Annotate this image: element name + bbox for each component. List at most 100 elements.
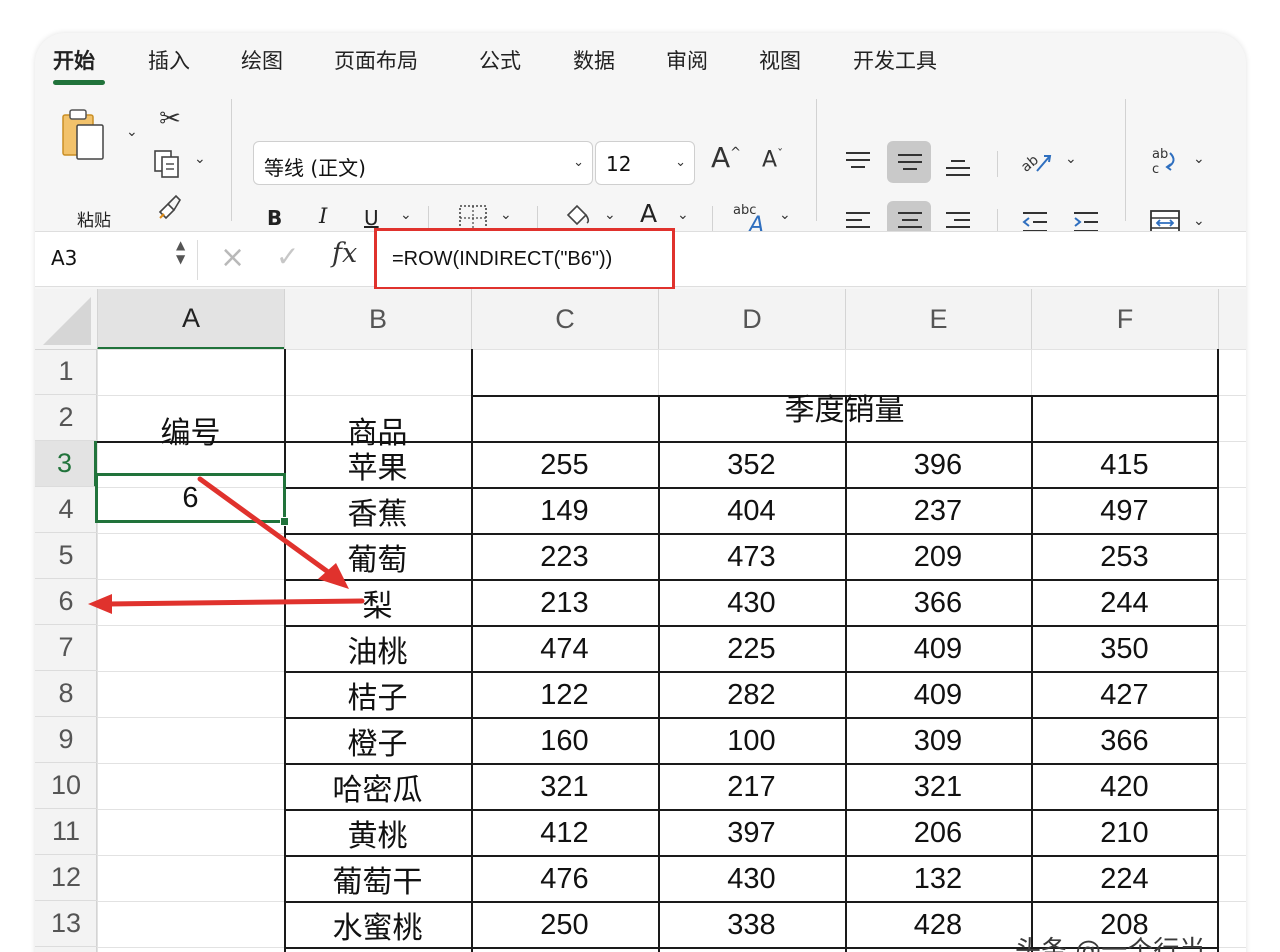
cell-sales-value[interactable]: 497 bbox=[1031, 488, 1218, 534]
column-header-f[interactable]: F bbox=[1031, 289, 1218, 350]
paste-button[interactable] bbox=[59, 109, 109, 165]
select-all-corner[interactable] bbox=[35, 289, 97, 350]
cell-sales-value[interactable]: 217 bbox=[658, 764, 845, 810]
align-top-button[interactable] bbox=[841, 145, 875, 179]
cell-sales-value[interactable]: 244 bbox=[1031, 580, 1218, 626]
cell-sales-value[interactable]: 430 bbox=[658, 856, 845, 902]
cell-sales-value[interactable]: 225 bbox=[658, 626, 845, 672]
orientation-button[interactable]: ab bbox=[1018, 143, 1054, 179]
cell-product[interactable]: 葡萄干 bbox=[284, 856, 471, 902]
tab-home[interactable]: 开始 bbox=[53, 45, 95, 75]
cell-sales-value[interactable]: 282 bbox=[658, 672, 845, 718]
cell-sales-value[interactable]: 476 bbox=[471, 856, 658, 902]
cell-sales-value[interactable]: 321 bbox=[471, 764, 658, 810]
tab-developer[interactable]: 开发工具 bbox=[853, 45, 937, 75]
row-header-11[interactable]: 11 bbox=[35, 809, 97, 855]
cell-sales-value[interactable]: 255 bbox=[471, 442, 658, 488]
wrap-text-dropdown-icon[interactable]: ⌄ bbox=[1193, 151, 1205, 167]
cell-c1-header-sales[interactable]: 季度销量 bbox=[471, 384, 1218, 430]
row-header-6[interactable]: 6 bbox=[35, 579, 97, 625]
cancel-icon[interactable]: × bbox=[220, 240, 245, 275]
cell-product[interactable]: 水蜜桃 bbox=[284, 902, 471, 948]
row-header-1[interactable]: 1 bbox=[35, 349, 97, 395]
cell-product[interactable]: 葡萄 bbox=[284, 534, 471, 580]
cut-icon[interactable]: ✂ bbox=[155, 103, 185, 135]
orientation-dropdown-icon[interactable]: ⌄ bbox=[1065, 151, 1077, 167]
insert-function-button[interactable]: fx bbox=[332, 238, 357, 269]
font-name-select[interactable]: 等线 (正文) ⌄ bbox=[253, 141, 593, 185]
row-header-12[interactable]: 12 bbox=[35, 855, 97, 901]
cell-sales-value[interactable]: 404 bbox=[658, 488, 845, 534]
row-header-8[interactable]: 8 bbox=[35, 671, 97, 717]
row-header-4[interactable]: 4 bbox=[35, 487, 97, 533]
cell-sales-value[interactable]: 253 bbox=[1031, 534, 1218, 580]
row-header-2[interactable]: 2 bbox=[35, 395, 97, 441]
cell-sales-value[interactable]: 213 bbox=[471, 580, 658, 626]
cell-sales-value[interactable]: 396 bbox=[845, 442, 1031, 488]
tab-data[interactable]: 数据 bbox=[573, 45, 615, 75]
underline-button[interactable]: U bbox=[364, 206, 379, 230]
bold-button[interactable]: B bbox=[267, 206, 282, 230]
cell-sales-value[interactable]: 132 bbox=[845, 856, 1031, 902]
tab-view[interactable]: 视图 bbox=[759, 45, 801, 75]
cell-sales-value[interactable]: 474 bbox=[471, 626, 658, 672]
wrap-text-button[interactable]: ab c bbox=[1147, 143, 1183, 179]
cell-sales-value[interactable]: 352 bbox=[658, 442, 845, 488]
cell-sales-value[interactable]: 224 bbox=[1031, 856, 1218, 902]
tab-insert[interactable]: 插入 bbox=[148, 45, 190, 75]
cell-sales-value[interactable]: 250 bbox=[471, 902, 658, 948]
cell-sales-value[interactable]: 122 bbox=[471, 672, 658, 718]
cell-product[interactable]: 黄桃 bbox=[284, 810, 471, 856]
paste-dropdown-icon[interactable]: ⌄ bbox=[126, 124, 138, 140]
cell-a1-header-id[interactable]: 编号 bbox=[97, 384, 284, 475]
column-header-b[interactable]: B bbox=[284, 289, 471, 350]
row-header-10[interactable]: 10 bbox=[35, 763, 97, 809]
shrink-font-button[interactable]: Aˇ bbox=[762, 147, 783, 172]
cell-sales-value[interactable]: 427 bbox=[1031, 672, 1218, 718]
column-header-g[interactable] bbox=[1218, 289, 1246, 350]
row-header-9[interactable]: 9 bbox=[35, 717, 97, 763]
cell-sales-value[interactable]: 237 bbox=[845, 488, 1031, 534]
cell-sales-value[interactable]: 350 bbox=[1031, 626, 1218, 672]
cell-sales-value[interactable]: 430 bbox=[658, 580, 845, 626]
italic-button[interactable]: I bbox=[319, 204, 327, 228]
align-middle-button[interactable] bbox=[893, 145, 927, 179]
font-color-dropdown-icon[interactable]: ⌄ bbox=[677, 207, 689, 223]
borders-dropdown-icon[interactable]: ⌄ bbox=[500, 207, 512, 223]
cell-sales-value[interactable]: 366 bbox=[1031, 718, 1218, 764]
cell-product[interactable]: 苹果 bbox=[284, 442, 471, 488]
copy-button[interactable] bbox=[152, 147, 182, 181]
cell-sales-value[interactable]: 338 bbox=[658, 902, 845, 948]
enter-check-icon[interactable]: ✓ bbox=[276, 240, 299, 273]
cell-sales-value[interactable]: 428 bbox=[845, 902, 1031, 948]
cell-sales-value[interactable]: 209 bbox=[845, 534, 1031, 580]
tab-draw[interactable]: 绘图 bbox=[241, 45, 283, 75]
cell-product[interactable]: 橙子 bbox=[284, 718, 471, 764]
column-header-a[interactable]: A bbox=[97, 289, 284, 350]
cell-sales-value[interactable]: 473 bbox=[658, 534, 845, 580]
copy-dropdown-icon[interactable]: ⌄ bbox=[194, 151, 206, 167]
column-header-d[interactable]: D bbox=[658, 289, 845, 350]
cell-sales-value[interactable]: 309 bbox=[845, 718, 1031, 764]
cell-sales-value[interactable]: 415 bbox=[1031, 442, 1218, 488]
phonetic-dropdown-icon[interactable]: ⌄ bbox=[779, 207, 791, 223]
underline-dropdown-icon[interactable]: ⌄ bbox=[400, 207, 412, 223]
cell-sales-value[interactable]: 409 bbox=[845, 626, 1031, 672]
cell-sales-value[interactable]: 100 bbox=[658, 718, 845, 764]
cell-product[interactable]: 桔子 bbox=[284, 672, 471, 718]
formula-input-highlight[interactable]: =ROW(INDIRECT("B6")) bbox=[374, 228, 675, 290]
merge-center-dropdown-icon[interactable]: ⌄ bbox=[1193, 213, 1205, 229]
column-header-c[interactable]: C bbox=[471, 289, 658, 350]
cell-sales-value[interactable]: 420 bbox=[1031, 764, 1218, 810]
cell-product[interactable]: 梨 bbox=[284, 580, 471, 626]
name-box[interactable]: A3 bbox=[51, 246, 77, 270]
column-header-e[interactable]: E bbox=[845, 289, 1031, 350]
align-bottom-button[interactable] bbox=[941, 149, 975, 183]
tab-formulas[interactable]: 公式 bbox=[479, 45, 521, 75]
cell-sales-value[interactable]: 412 bbox=[471, 810, 658, 856]
row-header-7[interactable]: 7 bbox=[35, 625, 97, 671]
format-painter-button[interactable] bbox=[153, 189, 185, 221]
cell-sales-value[interactable]: 210 bbox=[1031, 810, 1218, 856]
tab-page-layout[interactable]: 页面布局 bbox=[334, 45, 418, 75]
cell-sales-value[interactable]: 206 bbox=[845, 810, 1031, 856]
